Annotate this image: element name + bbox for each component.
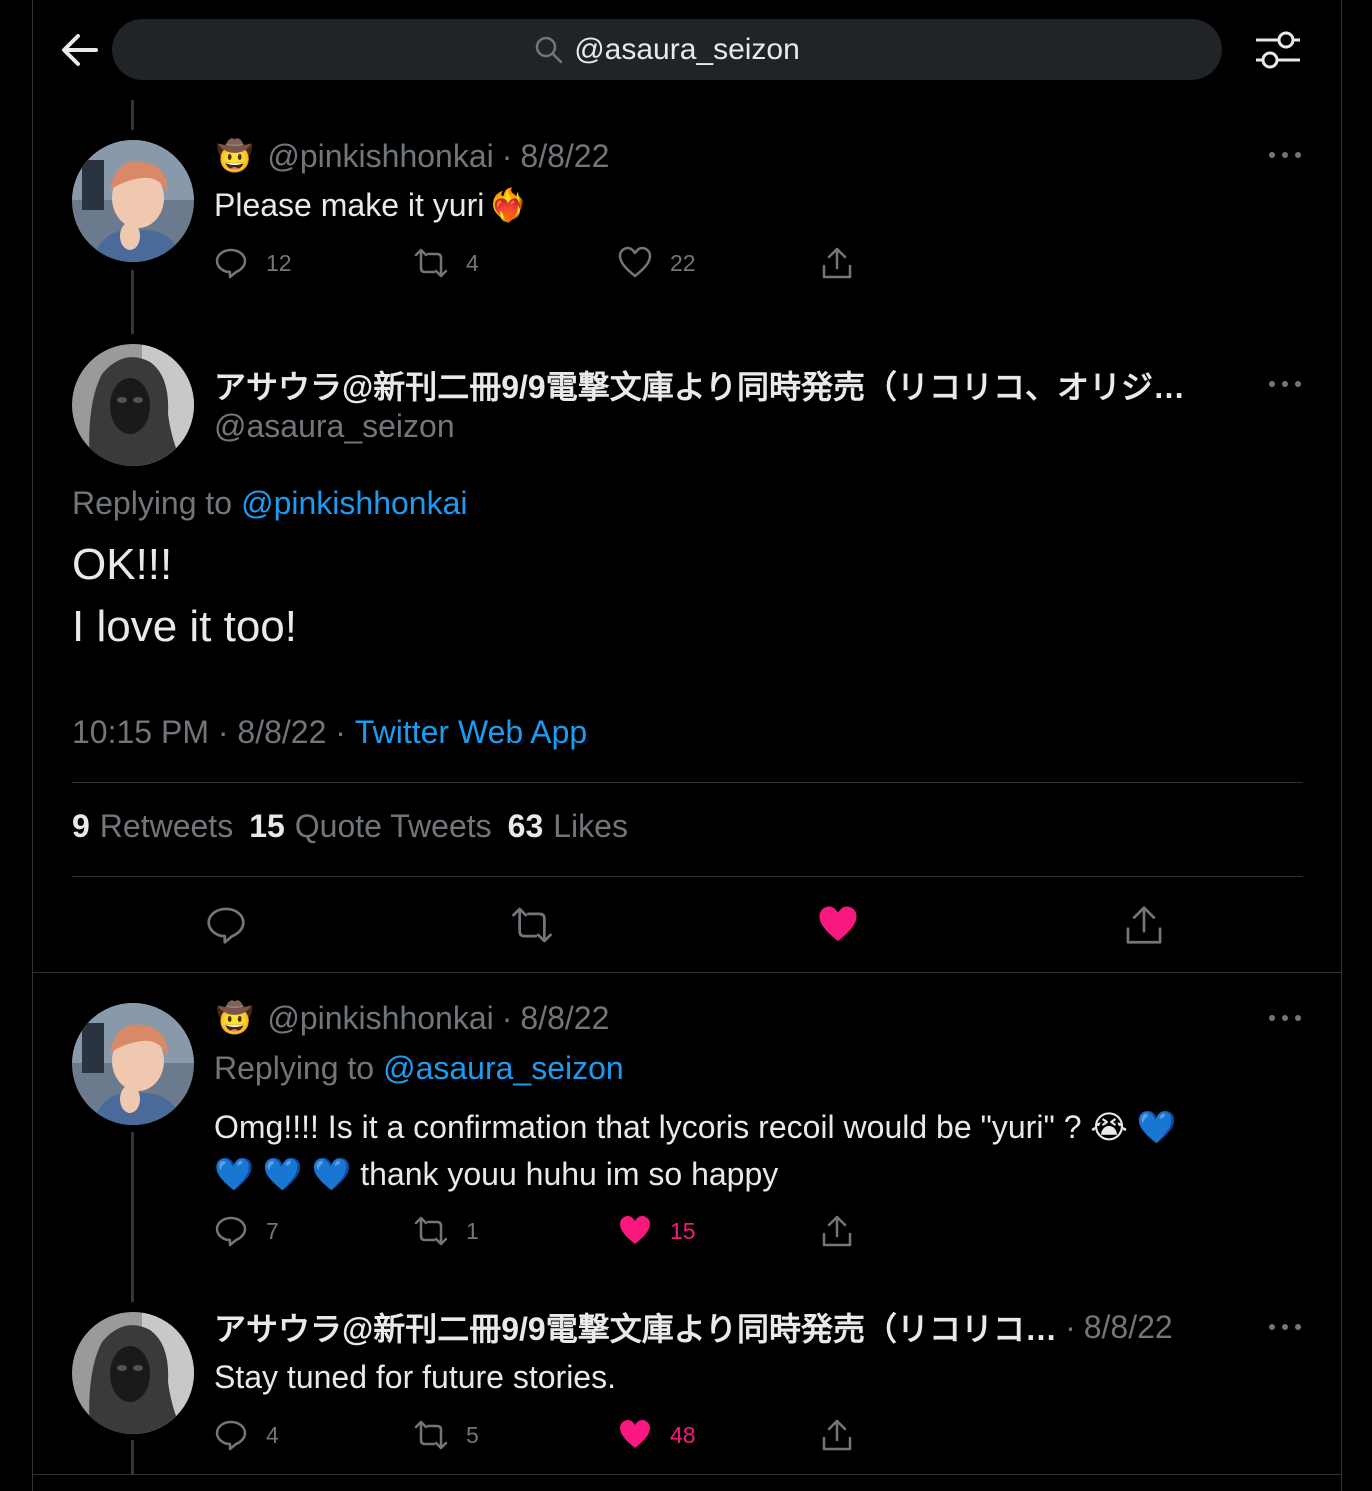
share-icon: [822, 1215, 852, 1247]
avatar[interactable]: [72, 344, 194, 466]
source-link[interactable]: Twitter Web App: [355, 714, 587, 751]
filter-icon[interactable]: [1254, 28, 1302, 72]
back-arrow-icon[interactable]: [60, 30, 100, 70]
retweet-count: 5: [466, 1421, 479, 1448]
tweet-text: Stay tuned for future stories.: [214, 1358, 616, 1395]
search-query: @asaura_seizon: [574, 32, 800, 66]
user-handle[interactable]: @pinkishhonkai: [267, 138, 493, 175]
quotes-stat[interactable]: 15 Quote Tweets: [249, 808, 491, 845]
heart-fire-emoji: ❤️‍🔥: [488, 187, 529, 223]
top-bar: @asaura_seizon: [0, 0, 1372, 100]
replying-label: Replying to: [214, 1049, 375, 1086]
tweet-date[interactable]: 8/8/22: [1084, 1309, 1173, 1346]
reply-icon: [215, 248, 247, 279]
retweet-count: 4: [466, 249, 479, 276]
retweet-icon: [414, 1420, 448, 1450]
tweet-actions: 12 4 22: [214, 246, 874, 286]
retweet-button[interactable]: 5: [414, 1418, 479, 1452]
user-emoji: 🤠: [216, 1001, 254, 1035]
share-button[interactable]: [820, 1418, 854, 1452]
replying-to: Replying to @pinkishhonkai: [72, 482, 467, 524]
thread-line: [131, 270, 134, 334]
thread-line: [131, 1440, 134, 1474]
retweet-icon: [414, 1216, 448, 1246]
share-icon: [822, 1419, 852, 1451]
reply-button[interactable]: 12: [214, 246, 292, 280]
separator-dot: ·: [1065, 1308, 1076, 1345]
tweet-line-1: OK!!!: [72, 540, 173, 589]
retweet-button[interactable]: 1: [414, 1214, 479, 1248]
user-emoji: 🤠: [216, 139, 254, 173]
share-icon[interactable]: [1123, 904, 1165, 946]
replying-to-link[interactable]: @pinkishhonkai: [241, 485, 467, 522]
thread-line: [131, 1132, 134, 1302]
more-icon[interactable]: [1268, 150, 1302, 160]
tweet-stats: 9 Retweets 15 Quote Tweets 63 Likes: [72, 808, 628, 845]
like-count: 48: [670, 1421, 696, 1448]
like-button[interactable]: 22: [618, 246, 696, 280]
timestamp-text[interactable]: 10:15 PM · 8/8/22 ·: [72, 714, 355, 751]
likes-stat[interactable]: 63 Likes: [508, 808, 628, 845]
thread-line: [131, 100, 134, 130]
divider: [72, 782, 1303, 783]
share-button[interactable]: [820, 1214, 854, 1248]
search-icon: [535, 36, 563, 63]
heart-icon: [618, 246, 652, 278]
display-name[interactable]: アサウラ@新刊二冊9/9電撃文庫より同時発売（リコリコ…: [214, 1304, 1057, 1350]
avatar[interactable]: [72, 1003, 194, 1125]
share-button[interactable]: [820, 246, 854, 280]
tweet-date[interactable]: 8/8/22: [520, 1000, 609, 1037]
replying-label: Replying to: [72, 484, 233, 521]
reply-count: 4: [266, 1421, 279, 1448]
heart-icon[interactable]: [817, 904, 859, 946]
like-count: 22: [670, 249, 696, 276]
tweet-line-2: I love it too!: [72, 602, 298, 651]
like-button[interactable]: 48: [618, 1418, 696, 1452]
tweet-actions: 4 5 48: [214, 1418, 874, 1458]
divider: [33, 972, 1342, 973]
more-icon[interactable]: [1268, 1013, 1302, 1023]
reply-count: 7: [266, 1217, 279, 1244]
tweet-header: アサウラ@新刊二冊9/9電撃文庫より同時発売（リコリコ… · 8/8/22: [214, 1306, 1173, 1348]
avatar[interactable]: [72, 140, 194, 262]
display-name[interactable]: アサウラ@新刊二冊9/9電撃文庫より同時発売（リコリコ、オリジ…: [214, 362, 1185, 408]
reply-count: 12: [266, 249, 292, 276]
separator-dot: ·: [501, 137, 513, 174]
tweet-header: 🤠 @pinkishhonkai · 8/8/22: [216, 136, 609, 176]
retweets-stat[interactable]: 9 Retweets: [72, 808, 233, 845]
more-icon[interactable]: [1268, 379, 1302, 389]
more-icon[interactable]: [1268, 1322, 1302, 1332]
retweet-button[interactable]: 4: [414, 246, 479, 280]
avatar[interactable]: [72, 1312, 194, 1434]
user-handle[interactable]: @pinkishhonkai: [267, 1000, 493, 1037]
tweet-text-line-1: Omg!!!! Is it a confirmation that lycori…: [214, 1109, 1177, 1145]
retweet-icon: [414, 248, 448, 278]
heart-icon: [620, 1420, 650, 1448]
reply-button[interactable]: 4: [214, 1418, 279, 1452]
heart-icon: [620, 1216, 650, 1244]
tweet-actions: 7 1 15: [214, 1214, 874, 1254]
like-button[interactable]: 15: [618, 1214, 696, 1248]
user-handle[interactable]: @asaura_seizon: [214, 406, 455, 446]
share-icon: [822, 247, 852, 279]
reply-icon: [215, 1216, 247, 1247]
replying-to-link[interactable]: @asaura_seizon: [383, 1050, 624, 1087]
tweet-text-body: Please make it yuri: [214, 186, 485, 223]
retweet-count: 1: [466, 1217, 479, 1244]
separator-dot: ·: [501, 999, 513, 1036]
reply-icon: [215, 1420, 247, 1451]
tweet-text-line-2: 💙 💙 💙 thank youu huhu im so happy: [214, 1156, 779, 1192]
replying-to: Replying to @asaura_seizon: [214, 1048, 624, 1088]
retweet-icon[interactable]: [511, 904, 553, 946]
tweet-timestamp: 10:15 PM · 8/8/22 · Twitter Web App: [72, 710, 587, 754]
reply-button[interactable]: 7: [214, 1214, 279, 1248]
search-input[interactable]: @asaura_seizon: [112, 19, 1222, 80]
divider: [72, 876, 1303, 877]
divider: [33, 1474, 1342, 1475]
tweet-text: Please make it yuri ❤️‍🔥: [214, 184, 528, 226]
tweet-date[interactable]: 8/8/22: [520, 138, 609, 175]
reply-icon[interactable]: [205, 904, 247, 946]
like-count: 15: [670, 1217, 696, 1244]
tweet-header: 🤠 @pinkishhonkai · 8/8/22: [216, 998, 609, 1038]
